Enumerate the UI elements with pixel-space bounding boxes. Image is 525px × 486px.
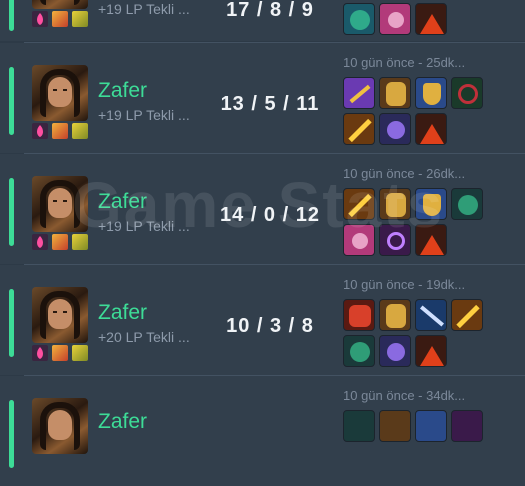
volcano-item-icon <box>415 3 447 35</box>
flame-sword-item-icon <box>343 113 375 145</box>
golden-armor-item-icon <box>379 410 411 442</box>
lp-change: +19 LP Tekli ... <box>98 218 190 234</box>
keystone-rune-icon <box>32 234 48 250</box>
winged-blade-item-icon <box>343 335 375 367</box>
kda-score: 10 / 3 / 8 <box>226 315 314 337</box>
summoner-spell-ghost-icon <box>72 234 88 250</box>
win-indicator <box>9 400 14 468</box>
keystone-rune-icon <box>32 345 48 361</box>
match-history-list: +19 LP Tekli ... 17 / 8 / 9 Zafer +19 LP… <box>0 0 525 486</box>
match-row[interactable]: +19 LP Tekli ... 17 / 8 / 9 <box>0 0 525 41</box>
champion-portrait <box>32 0 88 9</box>
match-row[interactable]: Zafer +20 LP Tekli ... 10 / 3 / 8 10 gün… <box>0 265 525 375</box>
crystal-orb-item-icon <box>343 224 375 256</box>
match-row[interactable]: Zafer 10 gün önce - 34dk... <box>0 376 525 486</box>
keystone-rune-icon <box>32 11 48 27</box>
champion-portrait <box>32 398 88 454</box>
summoner-spell-flash-icon <box>52 345 68 361</box>
crimson-armor-item-icon <box>343 299 375 331</box>
match-row[interactable]: Zafer +19 LP Tekli ... 14 / 0 / 12 10 gü… <box>0 154 525 264</box>
golden-shield-item-icon <box>415 188 447 220</box>
champion-portrait <box>32 176 88 232</box>
match-result: Zafer <box>98 301 148 324</box>
win-indicator <box>9 289 14 357</box>
keystone-rune-icon <box>32 123 48 139</box>
flame-sword-item-icon <box>451 299 483 331</box>
match-time: 10 gün önce - 25dk... <box>343 55 466 70</box>
champion-portrait <box>32 287 88 343</box>
volcano-item-icon <box>415 113 447 145</box>
kda-score: 14 / 0 / 12 <box>220 204 320 226</box>
lp-change: +20 LP Tekli ... <box>98 329 190 345</box>
win-indicator <box>9 67 14 135</box>
spear-item-icon <box>415 299 447 331</box>
golden-shield-item-icon <box>415 410 447 442</box>
crystal-orb-item-icon <box>379 3 411 35</box>
match-time: 10 gün önce - 19dk... <box>343 277 466 292</box>
summoner-spell-flash-icon <box>52 11 68 27</box>
summoner-spell-ghost-icon <box>72 345 88 361</box>
summoner-spell-flash-icon <box>52 234 68 250</box>
void-orb-item-icon <box>379 224 411 256</box>
kda-score: 13 / 5 / 11 <box>220 93 320 115</box>
golden-armor-item-icon <box>379 77 411 109</box>
win-indicator <box>9 178 14 246</box>
golden-armor-item-icon <box>379 299 411 331</box>
match-result: Zafer <box>98 79 148 102</box>
golden-shield-item-icon <box>415 77 447 109</box>
champion-portrait <box>32 65 88 121</box>
flame-sword-item-icon <box>343 188 375 220</box>
match-time: 10 gün önce - 26dk... <box>343 166 466 181</box>
match-result: Zafer <box>98 410 148 433</box>
void-orb-item-icon <box>451 410 483 442</box>
lp-change: +19 LP Tekli ... <box>98 1 190 17</box>
volcano-item-icon <box>415 224 447 256</box>
win-indicator <box>9 0 14 31</box>
spellblade-item-icon <box>343 77 375 109</box>
match-row[interactable]: Zafer +19 LP Tekli ... 13 / 5 / 11 10 gü… <box>0 43 525 153</box>
summoner-spell-ghost-icon <box>72 123 88 139</box>
lp-change: +19 LP Tekli ... <box>98 107 190 123</box>
summoner-spell-flash-icon <box>52 123 68 139</box>
match-time: 10 gün önce - 34dk... <box>343 388 466 403</box>
kda-score: 17 / 8 / 9 <box>226 0 314 21</box>
green-blade-item-icon <box>451 77 483 109</box>
winged-blade-item-icon <box>343 410 375 442</box>
winged-blade-item-icon <box>451 188 483 220</box>
arcane-orb-item-icon <box>379 113 411 145</box>
volcano-item-icon <box>415 335 447 367</box>
winged-blade-item-icon <box>343 3 375 35</box>
summoner-spell-ghost-icon <box>72 11 88 27</box>
arcane-orb-item-icon <box>379 335 411 367</box>
golden-armor-item-icon <box>379 188 411 220</box>
match-result: Zafer <box>98 190 148 213</box>
